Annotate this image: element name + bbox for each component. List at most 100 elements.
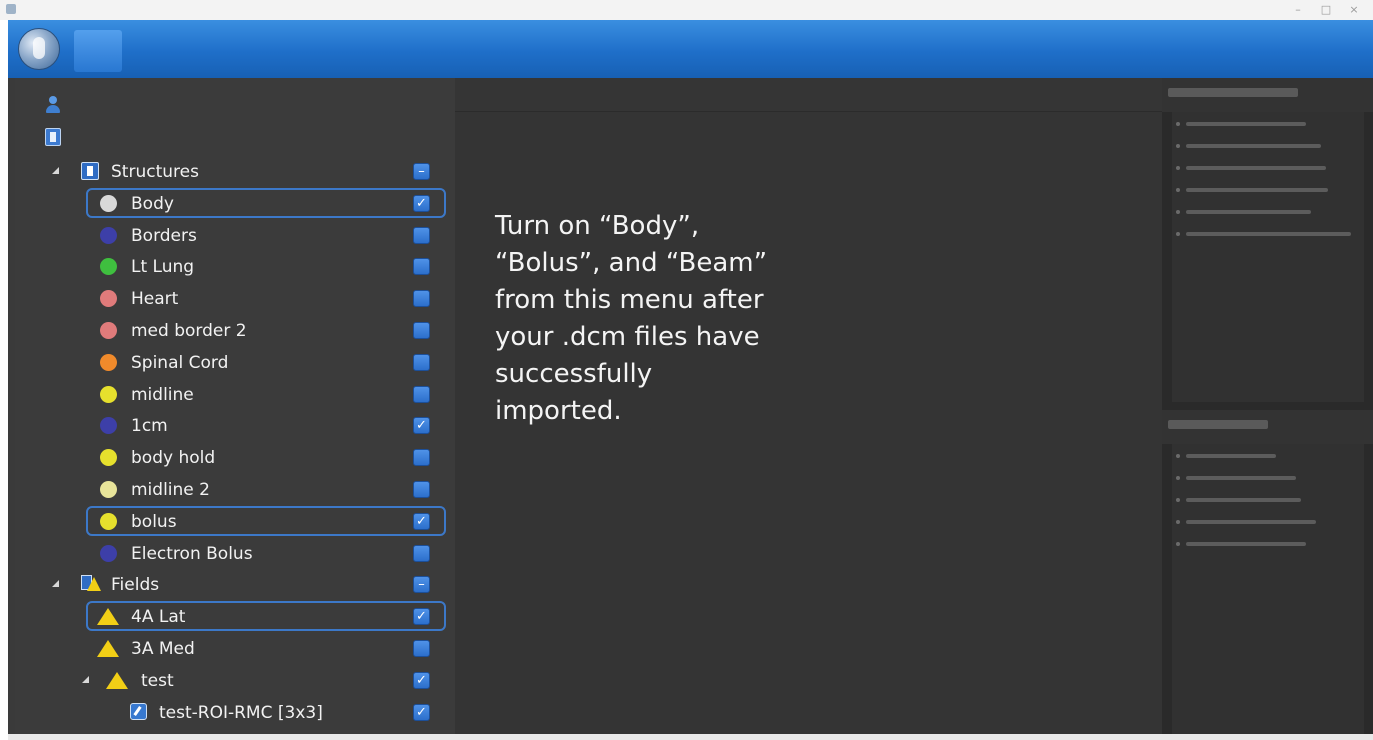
list-bullet (1176, 498, 1180, 502)
app-icon (6, 4, 16, 14)
roi-row[interactable]: test-ROI-RMC [3x3] ✓ (15, 697, 455, 727)
list-bullet (1176, 476, 1180, 480)
beam-triangle-icon (97, 640, 119, 657)
structure-visibility-checkbox[interactable]: ✓ (413, 512, 430, 530)
expand-test-toggle[interactable] (82, 675, 89, 683)
structure-color-icon (100, 353, 117, 371)
test-visibility-checkbox[interactable]: ✓ (413, 671, 430, 689)
structure-visibility-checkbox[interactable] (413, 385, 430, 403)
structure-row[interactable]: Borders (15, 220, 455, 250)
app-logo (74, 30, 122, 72)
getting-started-link[interactable] (1186, 476, 1296, 480)
person-icon-head (49, 96, 57, 104)
structure-row[interactable]: Electron Bolus (15, 538, 455, 568)
structures-icon-inner (87, 166, 93, 176)
test-label: test (141, 670, 174, 691)
structure-label: midline (131, 384, 194, 405)
structure-visibility-checkbox[interactable] (413, 481, 430, 498)
list-bullet (1176, 542, 1180, 546)
frequent-questions-title (1168, 88, 1298, 97)
structure-color-icon (100, 512, 117, 530)
structure-label: 1cm (131, 416, 168, 437)
structure-color-icon (100, 449, 117, 467)
person-icon[interactable] (45, 96, 61, 114)
field-visibility-checkbox[interactable] (413, 640, 430, 657)
structure-visibility-checkbox[interactable] (413, 290, 430, 308)
maximize-button[interactable]: □ (1318, 2, 1334, 18)
fields-visibility-checkbox[interactable]: – (413, 576, 430, 594)
expand-fields-toggle[interactable] (52, 580, 59, 588)
structure-visibility-checkbox[interactable]: ✓ (413, 417, 430, 435)
list-bullet (1176, 520, 1180, 524)
faq-link[interactable] (1186, 232, 1351, 236)
person-icon-body (46, 105, 60, 113)
structure-visibility-checkbox[interactable] (413, 449, 430, 467)
list-bullet (1176, 210, 1180, 214)
structure-color-icon (100, 226, 117, 244)
structure-color-icon (100, 385, 117, 403)
structure-row[interactable]: Spinal Cord (15, 347, 455, 377)
structure-color-icon (100, 258, 117, 276)
faq-link[interactable] (1186, 166, 1326, 170)
application-orb-button[interactable] (18, 28, 60, 70)
structure-row[interactable]: Lt Lung (15, 251, 455, 281)
list-bullet (1176, 144, 1180, 148)
structure-row[interactable]: Heart (15, 283, 455, 313)
structure-row[interactable]: body hold (15, 442, 455, 472)
structure-visibility-checkbox[interactable] (413, 322, 430, 339)
field-row[interactable]: 4A Lat ✓ (15, 601, 455, 632)
structure-row[interactable]: midline (15, 379, 455, 409)
structure-row[interactable]: midline 2 (15, 474, 455, 504)
frequent-questions-header (1162, 78, 1373, 112)
field-visibility-checkbox[interactable]: ✓ (413, 608, 430, 626)
structure-visibility-checkbox[interactable] (413, 353, 430, 371)
structure-row[interactable]: Body ✓ (15, 187, 455, 218)
structures-label: Structures (111, 162, 199, 182)
structure-row[interactable]: med border 2 (15, 315, 455, 345)
structure-label: Body (131, 193, 174, 214)
faq-link[interactable] (1186, 122, 1306, 126)
structure-label: midline 2 (131, 480, 210, 500)
getting-started-link[interactable] (1186, 520, 1316, 524)
beam-triangle-icon (97, 608, 119, 626)
structure-label: Heart (131, 289, 179, 310)
help-panel (1162, 78, 1373, 734)
fields-group[interactable]: Fields – (15, 569, 455, 599)
expand-structures-toggle[interactable] (52, 167, 59, 174)
getting-started-list (1172, 444, 1364, 734)
fields-icon-triangle (87, 577, 101, 592)
faq-link[interactable] (1186, 188, 1328, 192)
structure-visibility-checkbox[interactable] (413, 226, 430, 244)
structures-group[interactable]: Structures – (15, 156, 455, 186)
faq-link[interactable] (1186, 210, 1311, 214)
structure-label: bolus (131, 511, 177, 532)
structure-row[interactable]: bolus ✓ (15, 505, 455, 536)
field-label: 4A Lat (131, 607, 186, 628)
field-row[interactable]: 3A Med (15, 633, 455, 663)
getting-started-link[interactable] (1186, 542, 1306, 546)
ribbon-bar (8, 20, 1373, 78)
structure-color-icon (100, 290, 117, 308)
list-bullet (1176, 454, 1180, 458)
minimize-button[interactable]: – (1290, 2, 1306, 18)
structure-color-icon (100, 544, 117, 562)
getting-started-link[interactable] (1186, 454, 1276, 458)
test-group[interactable]: test ✓ (15, 665, 455, 695)
structure-set-icon[interactable] (45, 128, 61, 146)
beam-triangle-icon (106, 671, 128, 689)
close-button[interactable]: × (1346, 2, 1362, 18)
fields-icon (81, 575, 101, 593)
field-label: 3A Med (131, 639, 195, 659)
structure-visibility-checkbox[interactable] (413, 544, 430, 562)
roi-visibility-checkbox[interactable]: ✓ (413, 703, 430, 721)
structure-visibility-checkbox[interactable] (413, 258, 430, 276)
faq-link[interactable] (1186, 144, 1321, 148)
fields-label: Fields (111, 575, 160, 596)
structure-visibility-checkbox[interactable]: ✓ (413, 194, 430, 212)
structure-label: med border 2 (131, 321, 247, 341)
structures-visibility-checkbox[interactable]: – (413, 163, 430, 180)
center-view: Turn on “Body”, “Bolus”, and “Beam” from… (455, 112, 1162, 734)
structure-set-icon-inner (50, 132, 56, 142)
structure-row[interactable]: 1cm ✓ (15, 410, 455, 440)
getting-started-link[interactable] (1186, 498, 1301, 502)
